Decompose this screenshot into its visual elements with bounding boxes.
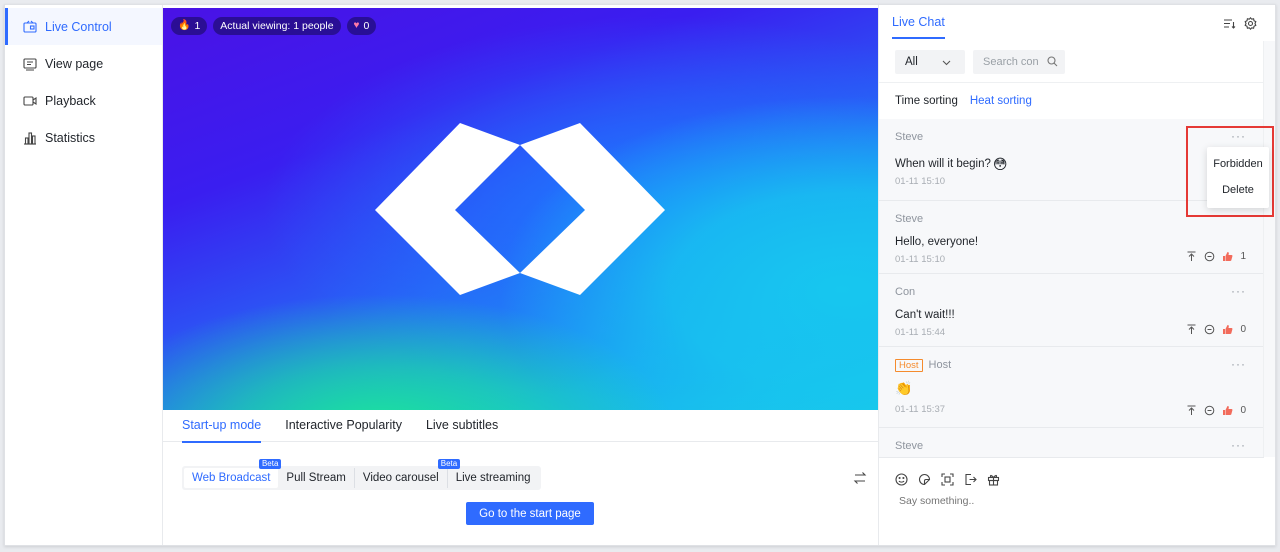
viewing-badge: Actual viewing: 1 people [213, 17, 341, 35]
more-options-icon[interactable]: ··· [1231, 357, 1246, 371]
broadcast-mode-selector: Web Broadcast Beta Pull Stream Video car… [182, 459, 541, 490]
tab-interactive-popularity[interactable]: Interactive Popularity [285, 410, 402, 442]
heart-icon: ♥ [353, 20, 360, 31]
live-chat-panel: Live Chat All Search con Time sorting He… [878, 5, 1275, 545]
more-options-icon[interactable]: ··· [1231, 284, 1246, 298]
flushed-emoji: 😳 [992, 156, 1008, 172]
chat-message: Con Can't wait!!! 01-11 15:44 ··· 0 [879, 274, 1264, 347]
message-filter-select[interactable]: All [895, 50, 965, 74]
bottom-tabs: Start-up mode Interactive Popularity Liv… [163, 410, 878, 443]
popularity-badge: 🔥 1 [171, 17, 208, 35]
thumbs-up-icon[interactable] [1222, 405, 1233, 416]
chat-header: Live Chat [879, 5, 1275, 41]
reply-icon[interactable] [1204, 324, 1215, 335]
forbidden-menu-item[interactable]: Forbidden [1207, 151, 1269, 177]
reply-icon[interactable] [1204, 405, 1215, 416]
like-count: 1 [1240, 251, 1246, 262]
tab-live-chat[interactable]: Live Chat [892, 15, 945, 39]
like-count: 0 [1240, 324, 1246, 335]
video-preview[interactable]: 🔥 1 Actual viewing: 1 people ♥ 0 [163, 8, 878, 410]
pin-top-icon[interactable] [1186, 251, 1197, 262]
mode-web-broadcast[interactable]: Web Broadcast Beta [184, 459, 282, 488]
sidebar-item-label: Statistics [45, 130, 96, 145]
message-username: Host [928, 359, 952, 371]
mode-live-streaming[interactable]: Beta Live streaming [437, 459, 539, 488]
tab-live-subtitles[interactable]: Live subtitles [426, 410, 498, 442]
chat-message-input[interactable] [899, 495, 1239, 507]
search-icon [1047, 56, 1058, 67]
thumbs-up-icon[interactable] [1222, 324, 1233, 335]
video-stats: 🔥 1 Actual viewing: 1 people ♥ 0 [171, 17, 377, 35]
message-text: Can't wait!!! [895, 309, 955, 321]
chat-scrollbar[interactable] [1263, 41, 1275, 457]
sort-options: Time sorting Heat sorting [895, 95, 1032, 107]
chat-filters: All Search con [879, 41, 1264, 83]
app-window: Live Control View page Playback Statisti… [4, 4, 1276, 546]
main-area: 🔥 1 Actual viewing: 1 people ♥ 0 Start-u… [163, 5, 878, 545]
clapping-emoji: 👏 [895, 380, 913, 396]
host-tag: Host [895, 358, 923, 372]
chat-composer [879, 457, 1264, 545]
flame-icon: 🔥 [178, 20, 191, 31]
statistics-icon [23, 131, 37, 145]
live-control-icon [23, 20, 37, 34]
time-sorting-button[interactable]: Time sorting [895, 95, 958, 107]
sidebar-item-view-page[interactable]: View page [5, 45, 162, 82]
screenshot-icon[interactable] [941, 473, 954, 486]
sidebar-item-statistics[interactable]: Statistics [5, 119, 162, 156]
mode-video-carousel[interactable]: Video carousel [355, 468, 448, 488]
likes-badge: ♥ 0 [346, 17, 377, 35]
sidebar-item-live-control[interactable]: Live Control [5, 8, 162, 45]
heat-sorting-button[interactable]: Heat sorting [970, 95, 1032, 107]
sidebar-item-label: Playback [45, 93, 96, 108]
brand-logo [375, 123, 665, 295]
filter-list-icon[interactable] [1223, 17, 1236, 30]
beta-badge: Beta [437, 459, 461, 469]
mode-pull-stream[interactable]: Pull Stream [278, 468, 355, 488]
switch-icon[interactable] [853, 471, 867, 485]
composer-toolbar [895, 473, 1000, 486]
message-text: When will it begin? [895, 158, 991, 170]
tab-startup-mode[interactable]: Start-up mode [182, 410, 262, 443]
go-to-start-page-button[interactable]: Go to the start page [466, 502, 594, 525]
chevron-down-icon [942, 60, 951, 66]
share-exit-icon[interactable] [964, 473, 977, 486]
sidebar-item-playback[interactable]: Playback [5, 82, 162, 119]
message-context-menu: Forbidden Delete [1207, 147, 1269, 208]
playback-icon [23, 94, 37, 108]
pin-top-icon[interactable] [1186, 324, 1197, 335]
message-username: Con [895, 286, 916, 298]
message-username: Steve [895, 440, 924, 452]
emoji-icon[interactable] [895, 473, 908, 486]
reply-icon[interactable] [1204, 251, 1215, 262]
message-text: Hello, everyone! [895, 236, 979, 248]
like-count: 0 [1240, 405, 1246, 416]
sidebar: Live Control View page Playback Statisti… [5, 5, 163, 545]
thumbs-up-icon[interactable] [1222, 251, 1233, 262]
delete-menu-item[interactable]: Delete [1207, 177, 1269, 203]
chat-search-input[interactable]: Search con [973, 50, 1065, 74]
pin-top-icon[interactable] [1186, 405, 1197, 416]
sticker-icon[interactable] [918, 473, 931, 486]
view-page-icon [23, 57, 37, 71]
chat-message: Host Host 👏 01-11 15:37 ··· 0 [879, 347, 1264, 428]
sidebar-item-label: View page [45, 56, 104, 71]
sidebar-item-label: Live Control [45, 19, 112, 34]
chat-message: Steve ··· [879, 428, 1264, 457]
gift-icon[interactable] [987, 473, 1000, 486]
more-options-icon[interactable]: ··· [1231, 438, 1246, 452]
settings-gear-icon[interactable] [1244, 17, 1257, 30]
